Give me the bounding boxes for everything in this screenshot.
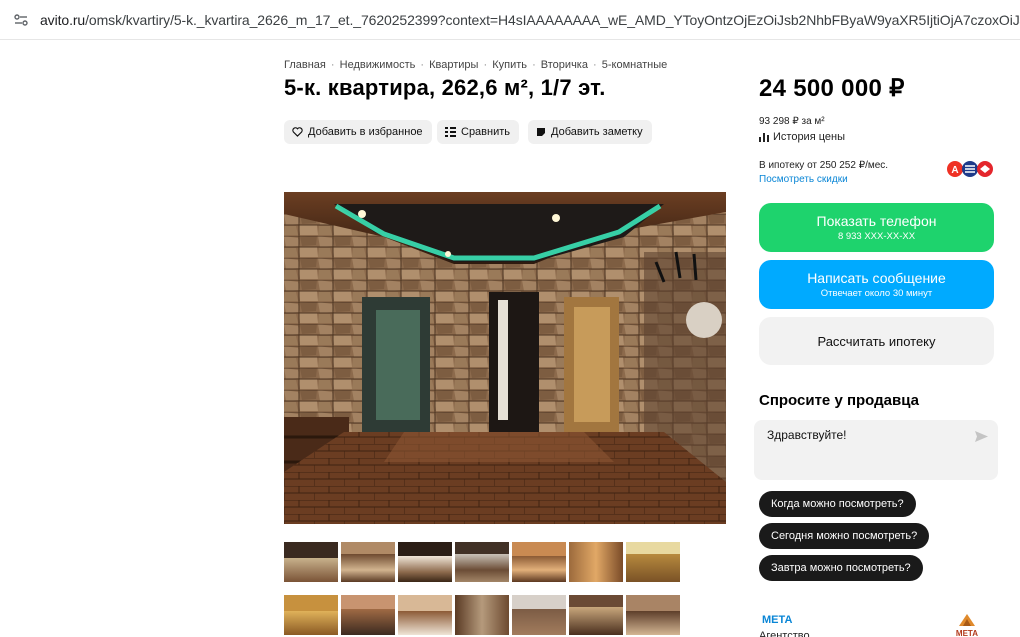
breadcrumb-separator: ·: [589, 59, 600, 71]
thumbnail[interactable]: [341, 542, 395, 582]
thumbnail[interactable]: [284, 595, 338, 635]
thumbnail[interactable]: [512, 542, 566, 582]
thumbnail[interactable]: [455, 595, 509, 635]
masked-phone: 8 933 XXX-XX-XX: [837, 231, 916, 242]
breadcrumb-separator: ·: [327, 59, 338, 71]
listing-title: 5-к. квартира, 262,6 м², 1/7 эт.: [284, 75, 606, 100]
calculate-mortgage-button[interactable]: Рассчитать ипотеку: [759, 317, 994, 365]
show-phone-label: Показать телефон: [816, 213, 937, 229]
quick-question-today[interactable]: Сегодня можно посмотреть?: [759, 523, 930, 549]
thumbnail[interactable]: [512, 595, 566, 635]
thumbnail[interactable]: [341, 595, 395, 635]
svg-text:А: А: [951, 165, 958, 176]
response-time: Отвечает около 30 минут: [820, 288, 933, 299]
favorites-label: Добавить в избранное: [308, 126, 423, 138]
url-host: avito.ru: [40, 12, 86, 28]
see-discounts-link[interactable]: Посмотреть скидки: [759, 174, 848, 185]
message-text: Здравствуйте!: [767, 428, 847, 442]
quick-question-when[interactable]: Когда можно посмотреть?: [759, 491, 916, 517]
url-text[interactable]: avito.ru/omsk/kvartiry/5-k._kvartira_262…: [40, 12, 1020, 28]
svg-text:МЕТА: МЕТА: [956, 629, 978, 637]
write-message-button[interactable]: Написать сообщение Отвечает около 30 мин…: [759, 260, 994, 309]
compare-icon: [445, 127, 456, 137]
agency-logo[interactable]: МЕТА: [953, 614, 981, 637]
send-icon[interactable]: [975, 429, 988, 447]
breadcrumb-separator: ·: [417, 59, 428, 71]
url-path: /omsk/kvartiry/5-k._kvartira_2626_m_17_e…: [85, 12, 1020, 28]
breadcrumb-item-secondary[interactable]: Вторичка: [541, 59, 588, 71]
main-photo[interactable]: [284, 192, 726, 524]
agency-name[interactable]: МЕТА: [762, 614, 792, 626]
thumbnail[interactable]: [569, 595, 623, 635]
note-icon: [537, 128, 545, 136]
breadcrumb-item-5-rooms[interactable]: 5-комнатные: [602, 59, 667, 71]
thumbnail[interactable]: [569, 542, 623, 582]
add-to-favorites-button[interactable]: Добавить в избранное: [284, 120, 432, 144]
mortgage-estimate: В ипотеку от 250 252 ₽/мес.: [759, 160, 889, 171]
ask-seller-title: Спросите у продавца: [759, 392, 919, 409]
seller-message-input[interactable]: Здравствуйте!: [754, 420, 998, 480]
note-label: Добавить заметку: [551, 126, 643, 138]
quick-question-tomorrow[interactable]: Завтра можно посмотреть?: [759, 555, 923, 581]
compare-button[interactable]: Сравнить: [437, 120, 520, 144]
bar-chart-icon: [759, 133, 769, 142]
thumbnail[interactable]: [398, 595, 452, 635]
agency-type: Агентство: [759, 630, 810, 637]
thumbnail[interactable]: [284, 542, 338, 582]
thumbnail[interactable]: [626, 542, 680, 582]
price-history-link[interactable]: История цены: [759, 131, 845, 143]
breadcrumb-separator: ·: [529, 59, 539, 71]
price-history-label: История цены: [773, 131, 845, 143]
write-message-label: Написать сообщение: [807, 270, 946, 286]
breadcrumb-item-home[interactable]: Главная: [284, 59, 326, 71]
thumbnail[interactable]: [455, 542, 509, 582]
compare-label: Сравнить: [461, 126, 511, 138]
price: 24 500 000 ₽: [759, 75, 905, 102]
breadcrumb-item-apartments[interactable]: Квартиры: [429, 59, 478, 71]
show-phone-button[interactable]: Показать телефон 8 933 XXX-XX-XX: [759, 203, 994, 252]
site-info-icon[interactable]: [13, 12, 29, 28]
breadcrumb-separator: ·: [480, 59, 491, 71]
add-note-button[interactable]: Добавить заметку: [528, 120, 652, 144]
thumbnail[interactable]: [626, 595, 680, 635]
breadcrumb-item-realty[interactable]: Недвижимость: [340, 59, 416, 71]
address-bar[interactable]: avito.ru/omsk/kvartiry/5-k._kvartira_262…: [0, 0, 1020, 40]
heart-icon: [292, 127, 303, 137]
calculate-mortgage-label: Рассчитать ипотеку: [817, 333, 936, 349]
thumbnail[interactable]: [398, 542, 452, 582]
price-per-m2: 93 298 ₽ за м²: [759, 116, 825, 127]
breadcrumb: Главная · Недвижимость · Квартиры · Купи…: [284, 59, 667, 71]
bank-logos: А: [946, 160, 994, 178]
photo-image: [284, 192, 726, 524]
breadcrumb-item-buy[interactable]: Купить: [492, 59, 527, 71]
